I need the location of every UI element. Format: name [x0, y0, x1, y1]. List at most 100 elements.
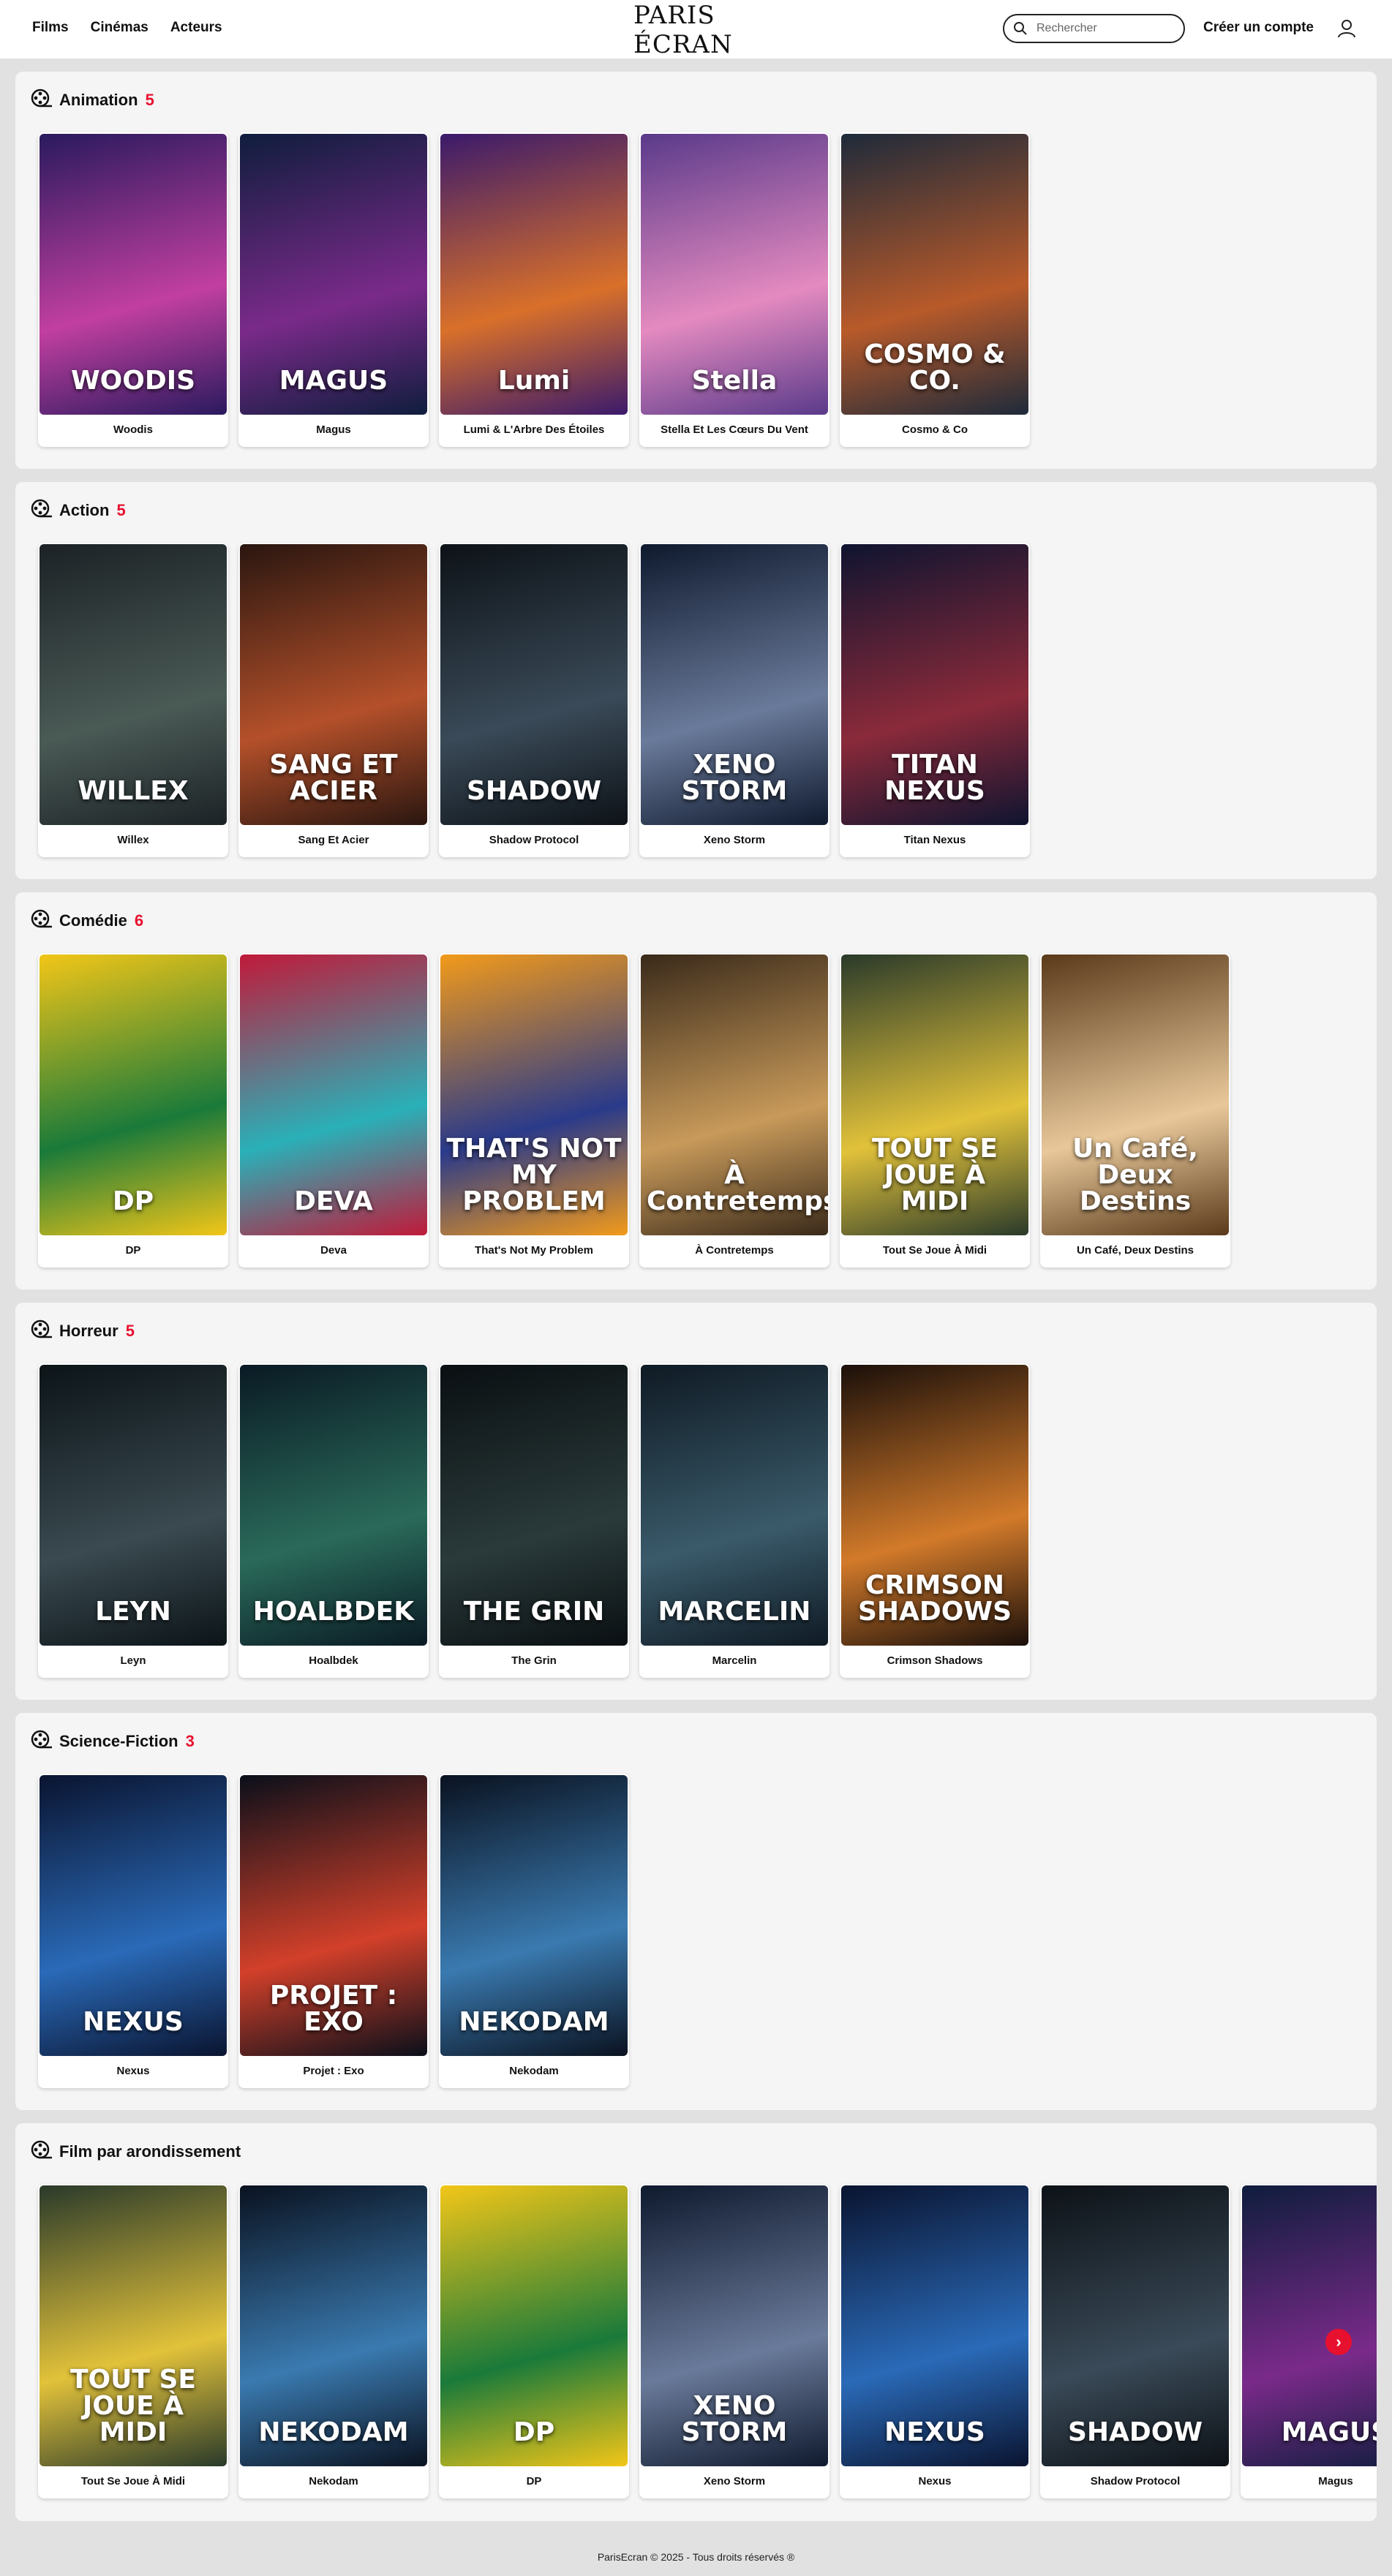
- movie-card[interactable]: Lumi Lumi & L'Arbre Des Étoiles: [439, 132, 629, 447]
- movie-card[interactable]: XENO STORM Xeno Storm: [639, 543, 829, 857]
- movie-title: DP: [125, 1244, 141, 1257]
- section-count: 5: [116, 500, 126, 519]
- film-reel-icon: [30, 1728, 53, 1755]
- movie-card[interactable]: Un Café, Deux Destins Un Café, Deux Desti…: [1040, 953, 1230, 1268]
- movie-title: Sang Et Acier: [298, 834, 369, 846]
- movie-card[interactable]: XENO STORM Xeno Storm: [639, 2184, 829, 2498]
- movie-title: Hoalbdek: [309, 1654, 358, 1667]
- signup-link[interactable]: Créer un compte: [1203, 20, 1314, 36]
- movie-card[interactable]: À Contretemps À Contretemps: [639, 953, 829, 1268]
- movie-title: Titan Nexus: [903, 834, 966, 846]
- movie-poster: NEXUS: [39, 1775, 227, 2056]
- section-header: Film par arondissement: [30, 2138, 241, 2165]
- nav-cinemas[interactable]: Cinémas: [91, 20, 148, 36]
- movie-card[interactable]: PROJET : EXO Projet : Exo: [238, 1774, 429, 2088]
- movie-poster: SANG ET ACIER: [240, 544, 427, 825]
- movie-card[interactable]: DP DP: [38, 953, 228, 1268]
- movie-row: WOODIS Woodis MAGUS Magus Lumi Lumi & L'Arbre…: [38, 132, 1030, 447]
- poster-title: Lumi: [497, 366, 571, 396]
- poster-title: MAGUS: [279, 366, 388, 396]
- poster-title: WILLEX: [78, 776, 189, 806]
- movie-card[interactable]: THE GRIN The Grin: [439, 1363, 629, 1678]
- movie-title: Magus: [316, 423, 351, 436]
- movie-card[interactable]: MAGUS Magus: [238, 132, 429, 447]
- movie-card[interactable]: DEVA Deva: [238, 953, 429, 1268]
- site-logo[interactable]: PARIS ÉCRAN: [633, 1, 759, 59]
- film-reel-icon: [30, 497, 53, 524]
- nav-acteurs[interactable]: Acteurs: [170, 20, 222, 36]
- movie-card[interactable]: MAGUS Magus: [1241, 2184, 1377, 2498]
- search-input[interactable]: [1035, 21, 1173, 36]
- film-reel-icon: [30, 2138, 53, 2165]
- movie-card[interactable]: CRIMSON SHADOWS Crimson Shadows: [840, 1363, 1030, 1678]
- section-science-fiction: Science-Fiction 3 NEXUS Nexus PROJET : EXO Pr…: [15, 1713, 1377, 2110]
- movie-poster: THAT'S NOT MY PROBLEM: [440, 954, 628, 1235]
- poster-title: À Contretemps: [647, 1160, 828, 1216]
- movie-card[interactable]: Stella Stella Et Les Cœurs Du Vent: [639, 132, 829, 447]
- movie-poster: Stella: [641, 134, 828, 415]
- movie-title: Nexus: [116, 2065, 150, 2077]
- section-title: Comédie: [59, 911, 127, 930]
- movie-poster: XENO STORM: [641, 544, 828, 825]
- poster-title: TITAN NEXUS: [884, 750, 985, 806]
- movie-card[interactable]: TITAN NEXUS Titan Nexus: [840, 543, 1030, 857]
- poster-title: DP: [513, 2417, 555, 2447]
- poster-title: COSMO & CO.: [864, 339, 1006, 396]
- movie-card[interactable]: DP DP: [439, 2184, 629, 2498]
- movie-title: Nexus: [918, 2475, 952, 2488]
- poster-title: PROJET : EXO: [269, 1981, 398, 2037]
- movie-title: Xeno Storm: [703, 2475, 766, 2488]
- movie-card[interactable]: NEKODAM Nekodam: [238, 2184, 429, 2498]
- movie-card[interactable]: LEYN Leyn: [38, 1363, 228, 1678]
- user-icon[interactable]: [1336, 18, 1358, 39]
- section-count: 6: [134, 911, 144, 930]
- section-horreur: Horreur 5 LEYN Leyn HOALBDEK Hoalbdek THE GRIN…: [15, 1303, 1377, 1700]
- movie-card[interactable]: NEXUS Nexus: [38, 1774, 228, 2088]
- movie-card[interactable]: WILLEX Willex: [38, 543, 228, 857]
- movie-poster: NEKODAM: [440, 1775, 628, 2056]
- movie-card[interactable]: SANG ET ACIER Sang Et Acier: [238, 543, 429, 857]
- movie-title: Tout Se Joue À Midi: [80, 2475, 186, 2488]
- movie-poster: CRIMSON SHADOWS: [841, 1365, 1028, 1646]
- movie-card[interactable]: WOODIS Woodis: [38, 132, 228, 447]
- poster-title: THAT'S NOT MY PROBLEM: [446, 1134, 622, 1216]
- movie-card[interactable]: SHADOW Shadow Protocol: [439, 543, 629, 857]
- movie-title: Shadow Protocol: [489, 834, 579, 846]
- movie-poster: DP: [440, 2185, 628, 2466]
- section-header: Action 5: [30, 497, 126, 524]
- logo-text: PARIS ÉCRAN: [633, 1, 733, 59]
- poster-title: MARCELIN: [658, 1597, 811, 1627]
- section-header: Horreur 5: [30, 1317, 135, 1344]
- movie-poster: SHADOW: [1042, 2185, 1229, 2466]
- movie-card[interactable]: SHADOW Shadow Protocol: [1040, 2184, 1230, 2498]
- poster-title: SHADOW: [1067, 2417, 1203, 2447]
- poster-title: CRIMSON SHADOWS: [857, 1570, 1012, 1627]
- movie-title: Tout Se Joue À Midi: [882, 1244, 987, 1257]
- movie-title: Magus: [1318, 2475, 1353, 2488]
- movie-card[interactable]: HOALBDEK Hoalbdek: [238, 1363, 429, 1678]
- section-com-die: Comédie 6 DP DP DEVA Deva THAT'S NOT MY PROBLE…: [15, 892, 1377, 1289]
- film-reel-icon: [30, 907, 53, 934]
- movie-row: DP DP DEVA Deva THAT'S NOT MY PROBLEM That's …: [38, 953, 1230, 1268]
- movie-title: Projet : Exo: [303, 2065, 364, 2077]
- movie-poster: XENO STORM: [641, 2185, 828, 2466]
- movie-title: Nekodam: [309, 2475, 358, 2488]
- poster-title: NEKODAM: [258, 2417, 409, 2447]
- movie-title: À Contretemps: [695, 1244, 774, 1257]
- movie-card[interactable]: MARCELIN Marcelin: [639, 1363, 829, 1678]
- movie-card[interactable]: TOUT SE JOUE À MIDI Tout Se Joue À Midi: [38, 2184, 228, 2498]
- movie-poster: WILLEX: [39, 544, 227, 825]
- movie-title: That's Not My Problem: [475, 1244, 593, 1257]
- movie-poster: DEVA: [240, 954, 427, 1235]
- carousel-next-button[interactable]: ›: [1325, 2329, 1352, 2355]
- movie-card[interactable]: NEXUS Nexus: [840, 2184, 1030, 2498]
- movie-card[interactable]: TOUT SE JOUE À MIDI Tout Se Joue À Midi: [840, 953, 1030, 1268]
- nav-films[interactable]: Films: [32, 20, 69, 36]
- section-count: 5: [145, 90, 154, 109]
- movie-title: Willex: [117, 834, 149, 846]
- movie-card[interactable]: COSMO & CO. Cosmo & Co: [840, 132, 1030, 447]
- movie-card[interactable]: NEKODAM Nekodam: [439, 1774, 629, 2088]
- movie-poster: TOUT SE JOUE À MIDI: [841, 954, 1028, 1235]
- search-box[interactable]: [1003, 14, 1185, 43]
- movie-card[interactable]: THAT'S NOT MY PROBLEM That's Not My Probl…: [439, 953, 629, 1268]
